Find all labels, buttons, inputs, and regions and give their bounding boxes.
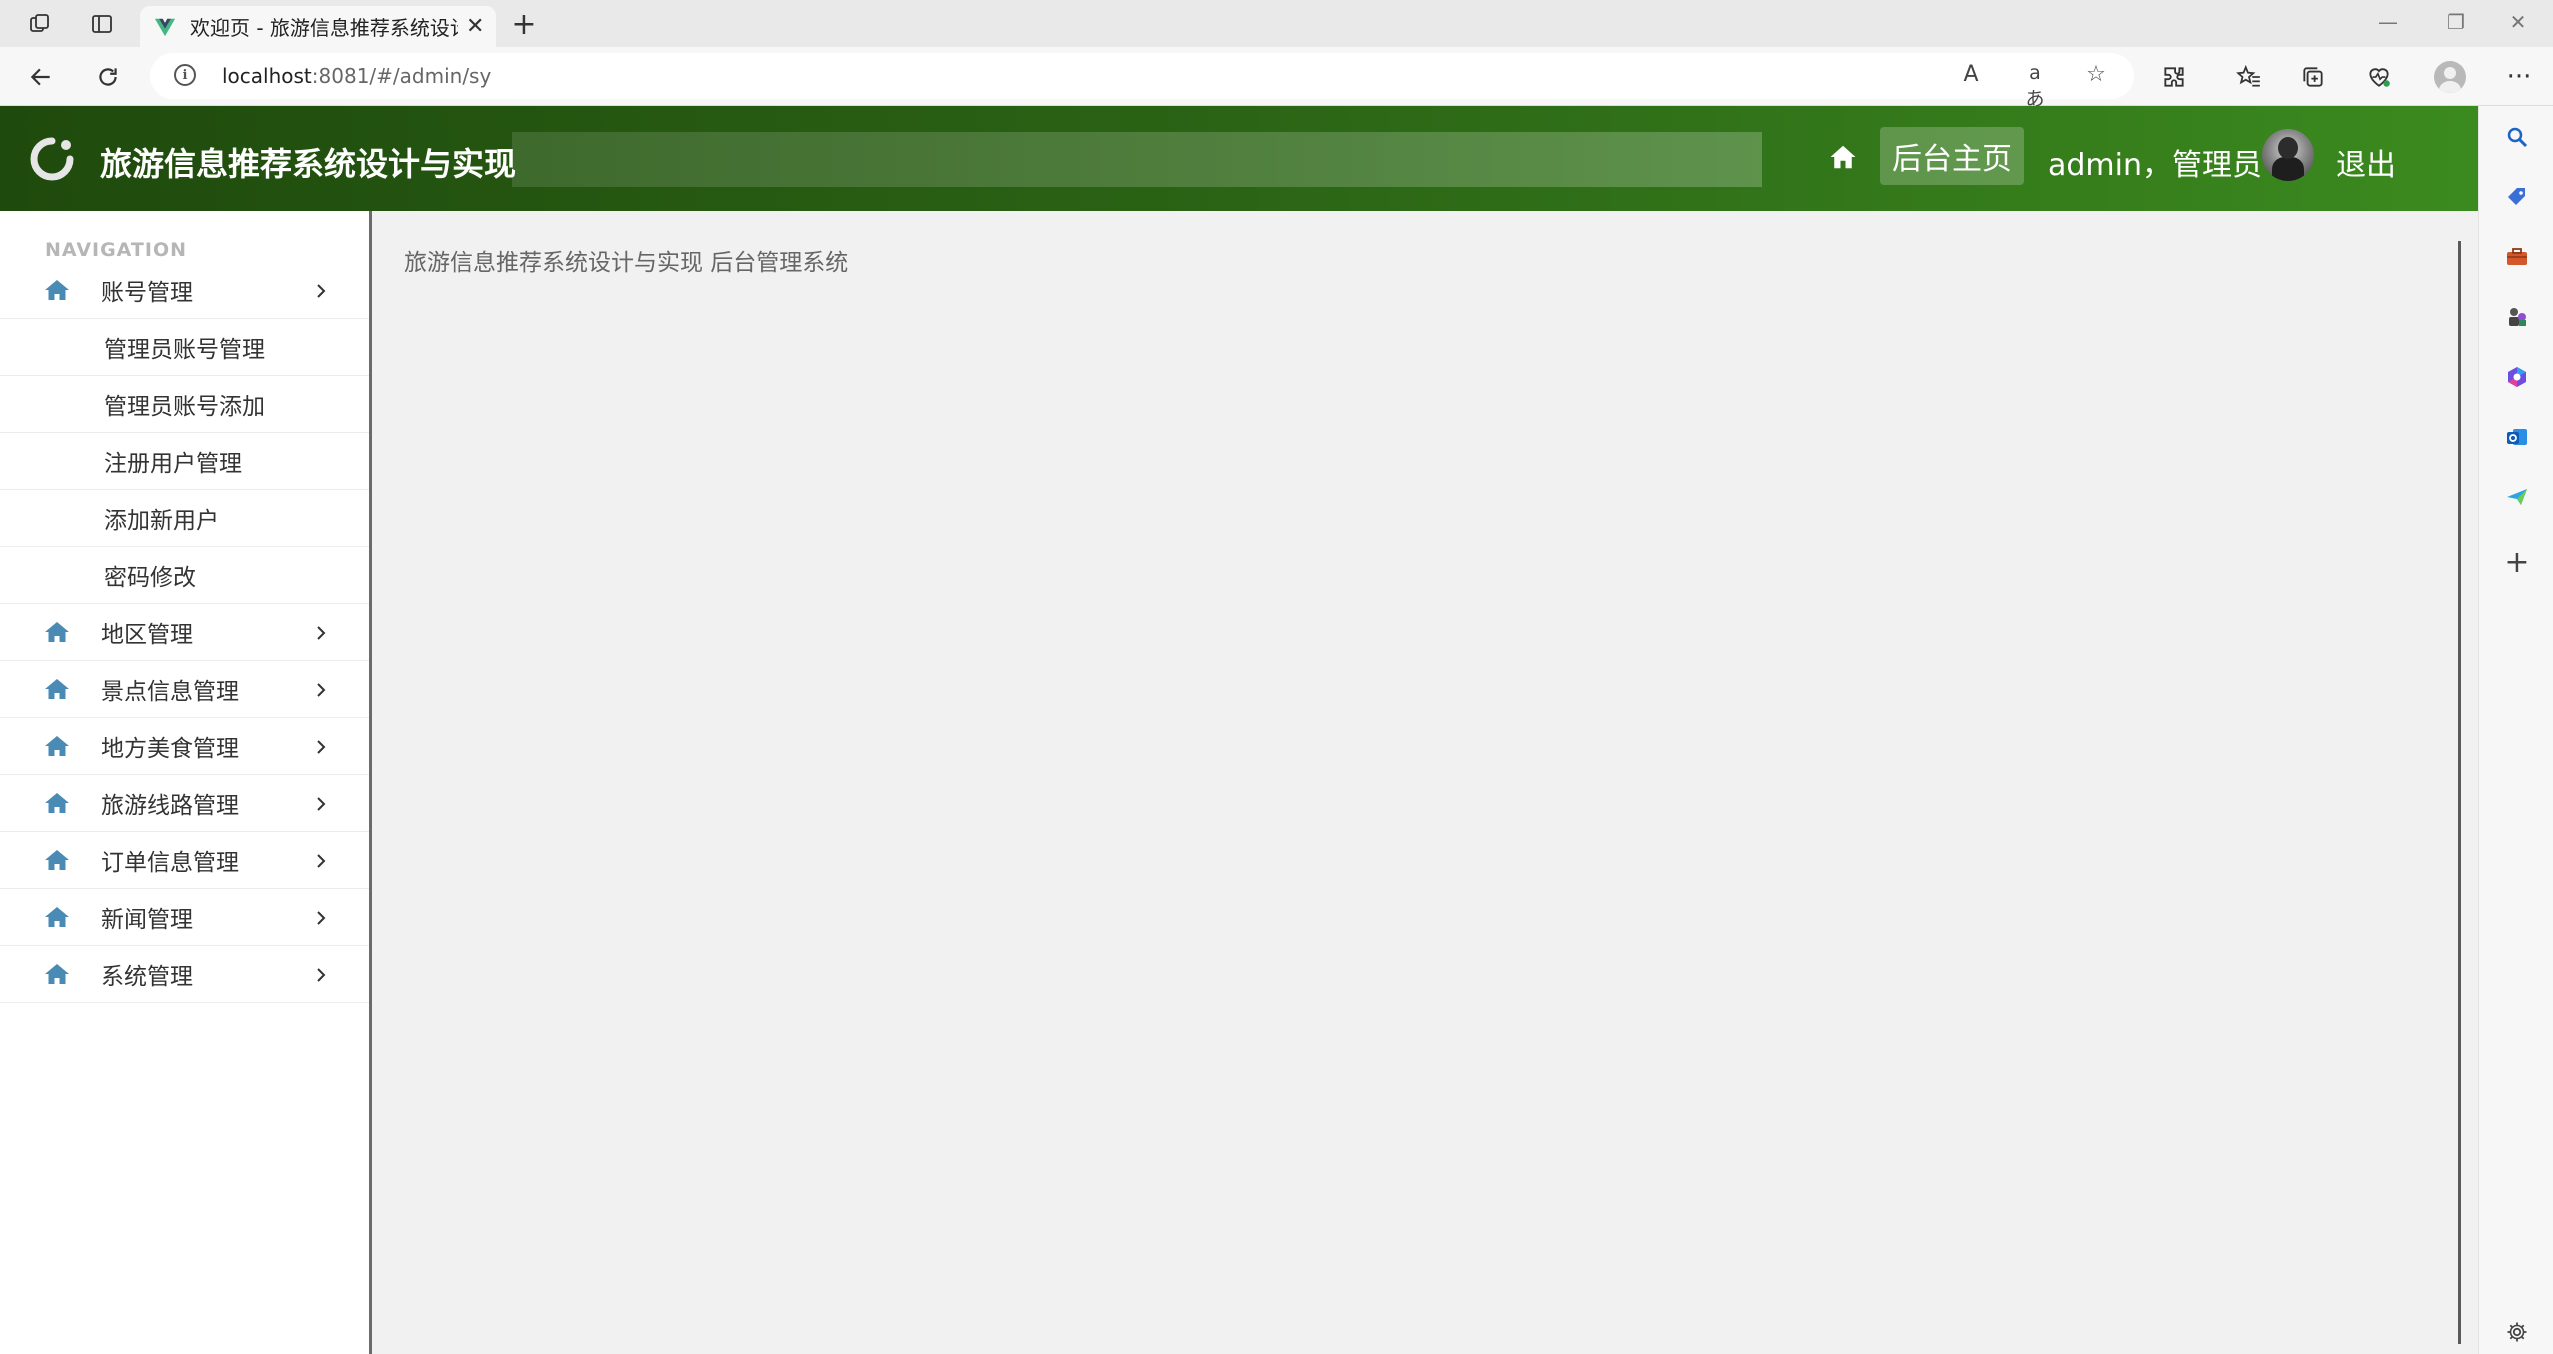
- url-host: localhost: [222, 64, 312, 88]
- home-icon: [45, 793, 69, 813]
- nav-caption: NAVIGATION: [45, 239, 187, 261]
- edge-sidebar: +: [2478, 106, 2553, 1354]
- search-icon[interactable]: [2503, 123, 2531, 151]
- sidebar-navigation: NAVIGATION 账号管理 管理员账号管理 管理员账号添加 注册用户管理 添…: [0, 211, 372, 1354]
- more-menu-icon[interactable]: ···: [2502, 60, 2536, 94]
- submenu-label: 管理员账号管理: [104, 337, 265, 363]
- logo-refresh-icon: [30, 137, 74, 181]
- sidebar-menu: 账号管理 管理员账号管理 管理员账号添加 注册用户管理 添加新用户 密码修改 地…: [0, 262, 369, 1003]
- outlook-icon[interactable]: [2503, 423, 2531, 451]
- restore-icon[interactable]: ❐: [2436, 10, 2476, 34]
- home-icon: [45, 736, 69, 756]
- home-icon: [45, 280, 69, 300]
- minimize-icon[interactable]: —: [2368, 10, 2408, 34]
- welcome-text: 旅游信息推荐系统设计与实现 后台管理系统: [404, 250, 849, 276]
- sidebar-item-account[interactable]: 账号管理: [0, 262, 369, 319]
- sidebar-item-attractions[interactable]: 景点信息管理: [0, 661, 369, 718]
- sidebar-item-label: 订单信息管理: [101, 850, 239, 876]
- browser-toolbar: i localhost:8081/#/admin/sy A aあ ☆ ···: [0, 47, 2553, 110]
- submenu-add-user[interactable]: 添加新用户: [0, 490, 369, 547]
- submenu-label: 密码修改: [104, 565, 196, 591]
- address-bar[interactable]: i localhost:8081/#/admin/sy A aあ ☆: [150, 53, 2134, 110]
- home-icon: [45, 622, 69, 642]
- chevron-right-icon: [317, 626, 326, 640]
- sidebar-item-label: 地方美食管理: [101, 736, 239, 762]
- submenu-registered-users[interactable]: 注册用户管理: [0, 433, 369, 490]
- chevron-right-icon: [317, 968, 326, 982]
- chevron-right-icon: [317, 740, 326, 754]
- home-icon: [45, 850, 69, 870]
- chevron-right-icon: [317, 911, 326, 925]
- home-icon: [45, 964, 69, 984]
- refresh-icon[interactable]: [91, 60, 125, 94]
- url-text[interactable]: localhost:8081/#/admin/sy: [222, 64, 491, 88]
- shopping-tag-icon[interactable]: [2503, 183, 2531, 211]
- sidebar-item-label: 账号管理: [101, 280, 193, 306]
- sidebar-item-system[interactable]: 系统管理: [0, 946, 369, 1003]
- home-icon: [45, 679, 69, 699]
- read-aloud-icon[interactable]: A: [1956, 62, 1986, 87]
- microsoft-365-icon[interactable]: [2503, 363, 2531, 391]
- tools-briefcase-icon[interactable]: [2503, 243, 2531, 271]
- sidebar-item-travel-routes[interactable]: 旅游线路管理: [0, 775, 369, 832]
- close-window-icon[interactable]: ✕: [2498, 10, 2538, 34]
- add-sidebar-app-icon[interactable]: +: [2503, 545, 2531, 580]
- sidebar-item-news[interactable]: 新闻管理: [0, 889, 369, 946]
- home-icon[interactable]: [1828, 142, 1858, 172]
- main-content: 旅游信息推荐系统设计与实现 后台管理系统: [372, 211, 2478, 1354]
- site-info-icon[interactable]: i: [174, 64, 196, 86]
- current-user-label: admin，管理员: [2048, 148, 2262, 183]
- content-scrollbar[interactable]: [2458, 241, 2461, 1344]
- sidebar-item-label: 旅游线路管理: [101, 793, 239, 819]
- header-banner: [512, 132, 1762, 187]
- user-avatar[interactable]: [2262, 129, 2314, 181]
- site-title: 旅游信息推荐系统设计与实现: [100, 145, 517, 183]
- vue-favicon-icon: [154, 18, 176, 36]
- submenu-label: 管理员账号添加: [104, 394, 265, 420]
- new-tab-icon[interactable]: +: [506, 6, 542, 42]
- sidebar-item-label: 景点信息管理: [101, 679, 239, 705]
- submenu-change-password[interactable]: 密码修改: [0, 547, 369, 604]
- sidebar-item-label: 系统管理: [101, 964, 193, 990]
- url-path: :8081/#/admin/sy: [311, 64, 492, 88]
- sidebar-item-region[interactable]: 地区管理: [0, 604, 369, 661]
- favorite-star-icon[interactable]: ☆: [2081, 62, 2111, 87]
- chevron-right-icon: [317, 797, 326, 811]
- submenu-label: 添加新用户: [104, 508, 219, 534]
- logout-link[interactable]: 退出: [2336, 140, 2396, 184]
- sidebar-item-label: 地区管理: [101, 622, 193, 648]
- sidebar-item-local-food[interactable]: 地方美食管理: [0, 718, 369, 775]
- submenu-label: 注册用户管理: [104, 451, 242, 477]
- send-icon[interactable]: [2503, 483, 2531, 511]
- games-icon[interactable]: [2503, 303, 2531, 331]
- browser-essentials-icon[interactable]: [2362, 60, 2396, 94]
- browser-titlebar: 欢迎页 - 旅游信息推荐系统设计与实现 ✕ + — ❐ ✕: [0, 0, 2553, 47]
- settings-gear-icon[interactable]: [2503, 1318, 2531, 1346]
- profile-avatar[interactable]: [2434, 61, 2466, 93]
- admin-home-button[interactable]: 后台主页: [1880, 127, 2024, 185]
- workspaces-icon[interactable]: [24, 8, 56, 40]
- browser-tab-active[interactable]: 欢迎页 - 旅游信息推荐系统设计与实现 ✕: [140, 6, 496, 47]
- collections-icon[interactable]: [2296, 60, 2330, 94]
- tab-close-icon[interactable]: ✕: [466, 14, 484, 39]
- favorites-icon[interactable]: [2232, 60, 2266, 94]
- translate-icon[interactable]: aあ: [2020, 62, 2050, 111]
- admin-app: 旅游信息推荐系统设计与实现 后台主页 admin，管理员 退出 NAVIGATI…: [0, 106, 2478, 1354]
- sidebar-item-label: 新闻管理: [101, 907, 193, 933]
- sidebar-item-orders[interactable]: 订单信息管理: [0, 832, 369, 889]
- tab-title: 欢迎页 - 旅游信息推荐系统设计与实现: [190, 16, 458, 40]
- chevron-right-icon: [317, 854, 326, 868]
- submenu-add-admin[interactable]: 管理员账号添加: [0, 376, 369, 433]
- back-icon[interactable]: [24, 60, 58, 94]
- extensions-icon[interactable]: [2157, 60, 2191, 94]
- app-header: 旅游信息推荐系统设计与实现 后台主页 admin，管理员 退出: [0, 106, 2478, 211]
- home-icon: [45, 907, 69, 927]
- submenu-admin-accounts[interactable]: 管理员账号管理: [0, 319, 369, 376]
- vertical-tabs-icon[interactable]: [86, 8, 118, 40]
- chevron-right-icon: [317, 683, 326, 697]
- chevron-right-icon: [317, 284, 326, 298]
